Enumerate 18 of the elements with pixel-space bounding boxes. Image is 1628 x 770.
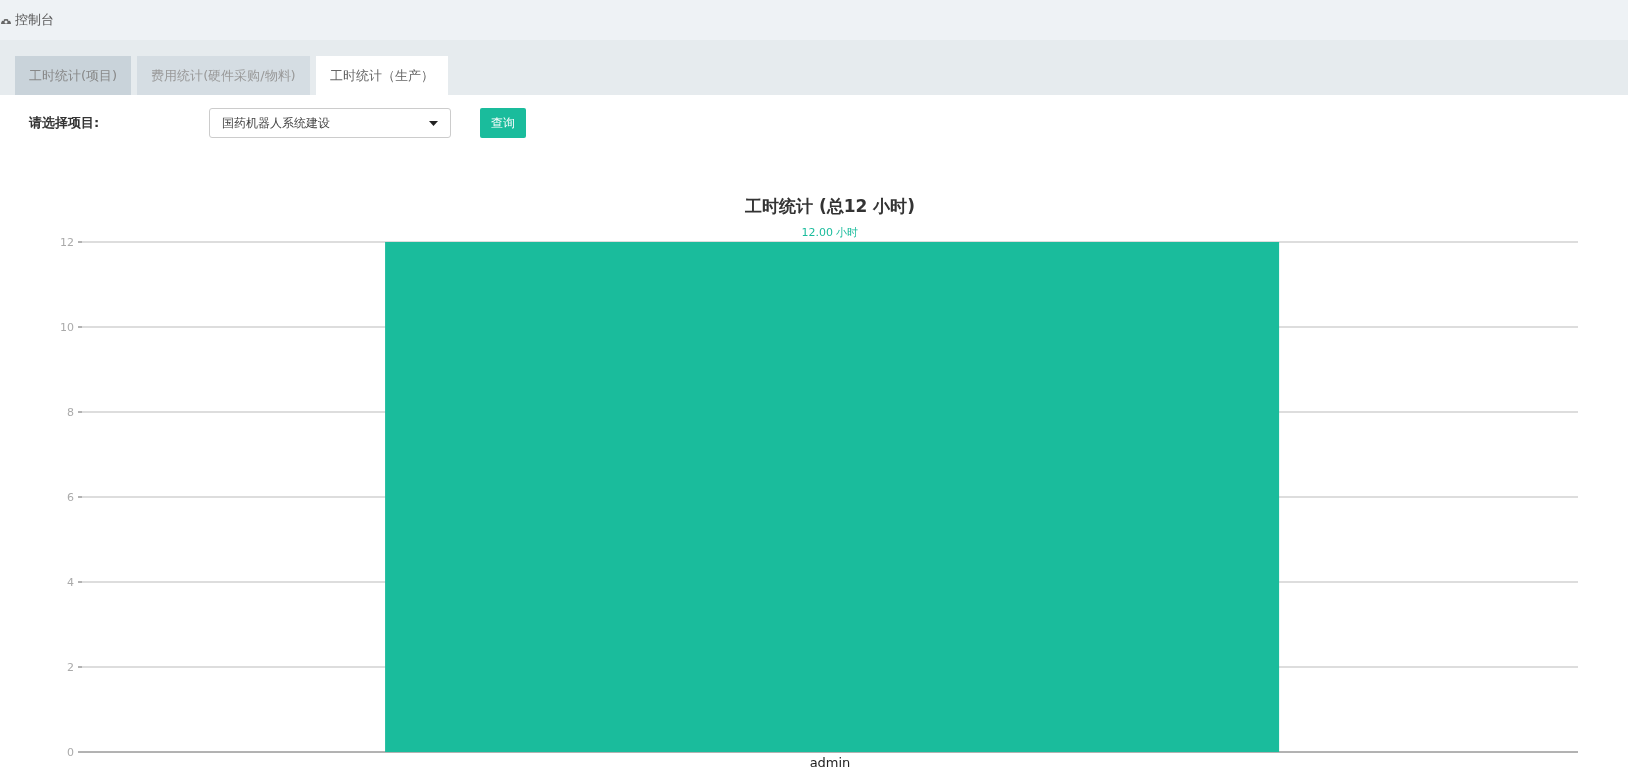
query-button[interactable]: 查询 [480,108,526,138]
y-tick-label: 4 [67,576,74,589]
tab[interactable]: 费用统计(硬件采购/物料) [137,56,310,95]
caret-icon [429,120,438,126]
y-tick-label: 8 [67,406,74,419]
value-label: 12.00 小时 [801,226,859,239]
tab[interactable]: 工时统计(项目) [15,56,132,95]
y-tick-label: 0 [67,746,74,759]
chart-title: 工时统计 (总12 小时) [745,196,915,216]
y-tick-label: 2 [67,661,74,674]
tab[interactable]: 工时统计（生产） [315,56,448,95]
y-tick-label: 6 [67,491,74,504]
x-category-label: admin [809,755,851,770]
project-label: 请选择项目: [27,114,101,132]
y-tick-label: 10 [60,321,74,334]
y-tick-label: 12 [60,236,74,249]
page-title: 控制台 [15,11,54,29]
project-dropdown[interactable]: 国药机器人系统建设 [209,108,451,138]
